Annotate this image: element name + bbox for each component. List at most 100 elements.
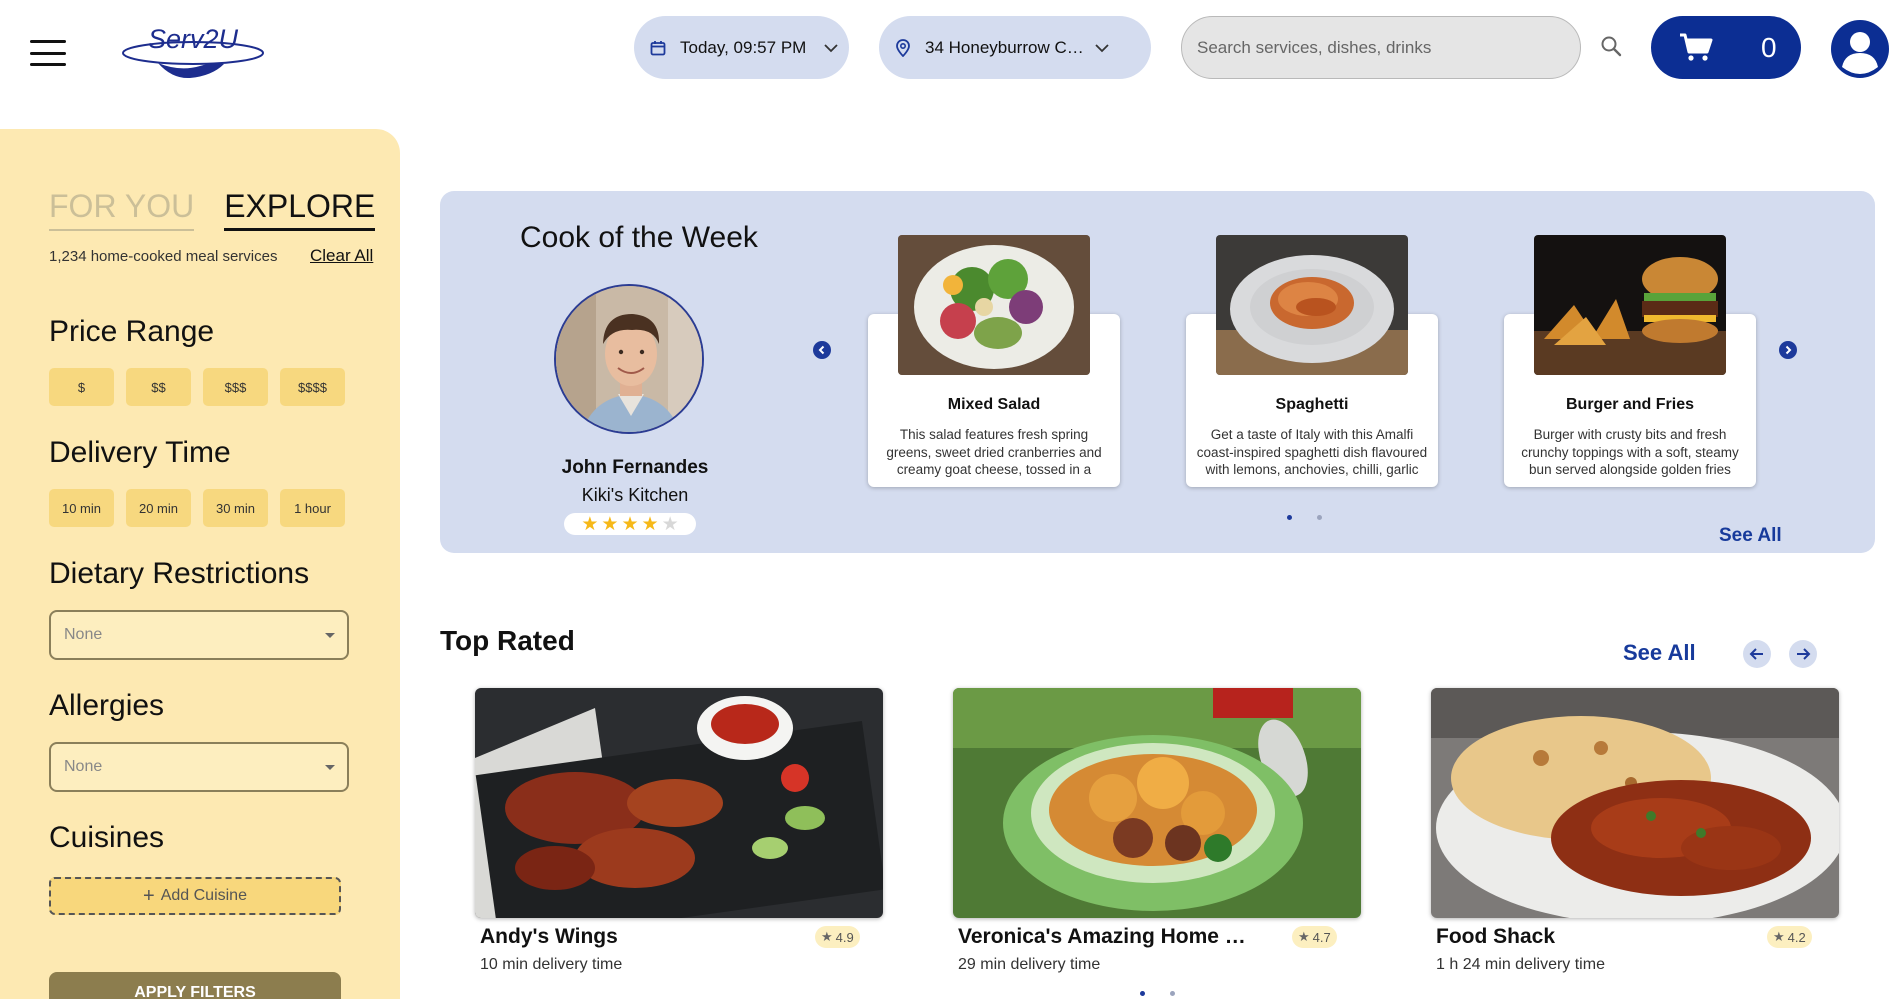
rating-badge: ★ 4.7 <box>1292 926 1337 948</box>
delivery-option[interactable]: 10 min <box>49 489 114 527</box>
calendar-icon <box>650 40 666 55</box>
add-cuisine-label: Add Cuisine <box>160 887 247 904</box>
star-icon: ★ <box>1773 929 1785 944</box>
carousel-dot[interactable] <box>1317 515 1322 520</box>
dropdown-caret-icon <box>325 765 335 770</box>
cook-see-all-link[interactable]: See All <box>1719 525 1782 547</box>
dish-photo[interactable] <box>898 235 1090 375</box>
cuisines-title: Cuisines <box>49 821 165 854</box>
allergies-value: None <box>64 758 103 775</box>
delivery-time-options: 10 min 20 min 30 min 1 hour <box>49 489 345 527</box>
top-rated-see-all-link[interactable]: See All <box>1623 640 1696 666</box>
price-option[interactable]: $$$ <box>203 368 268 406</box>
rating-badge: ★ 4.9 <box>815 926 860 948</box>
cook-kitchen: Kiki's Kitchen <box>581 485 689 505</box>
cook-of-the-week-title: Cook of the Week <box>520 221 758 254</box>
star-icon: ★ <box>821 929 833 944</box>
delivery-time: 10 min delivery time <box>480 956 623 973</box>
top-rated-next-button[interactable] <box>1789 640 1817 668</box>
rating-value: 4.2 <box>1787 929 1806 945</box>
delivery-time: 1 h 24 min delivery time <box>1436 956 1605 973</box>
user-icon <box>1831 20 1889 78</box>
delivery-option[interactable]: 20 min <box>126 489 191 527</box>
cart-count: 0 <box>1761 31 1777 63</box>
clear-all-link[interactable]: Clear All <box>310 246 373 266</box>
star-icon: ★ <box>641 513 659 535</box>
allergies-select[interactable]: None <box>49 742 349 792</box>
location-pin-icon <box>896 38 910 57</box>
restaurant-card-image[interactable] <box>1431 688 1839 918</box>
restaurant-name[interactable]: Veronica's Amazing Home Cooking <box>958 925 1258 949</box>
dietary-restrictions-value: None <box>64 626 103 643</box>
dish-photo[interactable] <box>1216 235 1408 375</box>
dish-name: Burger and Fries <box>1565 396 1695 413</box>
restaurant-name[interactable]: Food Shack <box>1436 925 1736 949</box>
star-icon: ★ <box>661 513 679 535</box>
rating-value: 4.9 <box>835 929 854 945</box>
price-option[interactable]: $ <box>49 368 114 406</box>
apply-filters-button[interactable]: APPLY FILTERS <box>49 972 341 999</box>
delivery-time-selector[interactable]: Today, 09:57 PM <box>634 16 849 79</box>
top-rated-title: Top Rated <box>440 625 575 656</box>
price-option[interactable]: $$$$ <box>280 368 345 406</box>
cook-of-the-week-panel: Cook of the Week John Fernandes Kiki's K… <box>440 191 1875 553</box>
plus-icon: + <box>143 884 155 907</box>
arrow-right-icon <box>1797 648 1811 660</box>
profile-button[interactable] <box>1831 20 1889 78</box>
service-count: 1,234 home-cooked meal services <box>49 248 278 265</box>
location-selector[interactable]: 34 Honeyburrow Crescent <box>879 16 1151 79</box>
chevron-right-icon <box>1785 345 1792 355</box>
tab-explore[interactable]: EXPLORE <box>224 188 376 231</box>
dish-name: Mixed Salad <box>947 396 1041 413</box>
carousel-next-button[interactable] <box>1779 341 1797 359</box>
chevron-down-icon <box>1095 43 1109 52</box>
delivery-time: 29 min delivery time <box>958 956 1101 973</box>
add-cuisine-button[interactable]: + Add Cuisine <box>49 877 341 915</box>
carousel-dot-active[interactable] <box>1287 515 1292 520</box>
rating-badge: ★ 4.2 <box>1767 926 1812 948</box>
cook-name[interactable]: John Fernandes <box>450 457 820 479</box>
price-range-title: Price Range <box>49 315 215 348</box>
restaurant-card-image[interactable] <box>475 688 883 918</box>
sidebar-tabs: FOR YOU EXPLORE <box>49 188 376 231</box>
star-icon: ★ <box>581 513 599 535</box>
dish-name: Spaghetti <box>1275 396 1349 413</box>
filter-sidebar: FOR YOU EXPLORE 1,234 home-cooked meal s… <box>0 129 400 999</box>
dish-description: This salad features fresh spring greens,… <box>886 427 1102 477</box>
cart-icon <box>1680 33 1713 61</box>
arrow-left-icon <box>1749 648 1763 660</box>
rating-value: 4.7 <box>1312 929 1331 945</box>
date-time-label: Today, 09:57 PM <box>680 37 807 57</box>
delivery-time-title: Delivery Time <box>49 436 231 469</box>
cook-rating: ★ ★ ★ ★ ★ <box>564 513 696 535</box>
delivery-option[interactable]: 30 min <box>203 489 268 527</box>
top-rated-dot-active[interactable] <box>1140 991 1145 996</box>
restaurant-name[interactable]: Andy's Wings <box>480 925 800 949</box>
tab-for-you[interactable]: FOR YOU <box>49 188 195 231</box>
dish-photo[interactable] <box>1534 235 1726 375</box>
delivery-option[interactable]: 1 hour <box>280 489 345 527</box>
star-icon: ★ <box>1298 929 1310 944</box>
price-option[interactable]: $$ <box>126 368 191 406</box>
serv2u-logo[interactable]: Serv2U <box>120 20 266 86</box>
price-range-options: $ $$ $$$ $$$$ <box>49 368 345 406</box>
carousel-prev-button[interactable] <box>813 341 831 359</box>
dietary-restrictions-title: Dietary Restrictions <box>49 557 310 590</box>
cook-photo[interactable] <box>554 284 704 434</box>
star-icon: ★ <box>621 513 639 535</box>
menu-icon[interactable] <box>30 40 66 66</box>
dietary-restrictions-select[interactable]: None <box>49 610 349 660</box>
star-icon: ★ <box>601 513 619 535</box>
dish-description: Get a taste of Italy with this Amalfi co… <box>1196 427 1428 477</box>
top-rated-dot[interactable] <box>1170 991 1175 996</box>
location-label: 34 Honeyburrow Crescent <box>925 37 1085 57</box>
chevron-left-icon <box>818 345 825 355</box>
chevron-down-icon <box>824 43 838 52</box>
restaurant-card-image[interactable] <box>953 688 1361 918</box>
cart-button[interactable]: 0 <box>1651 16 1801 79</box>
dropdown-caret-icon <box>325 633 335 638</box>
top-rated-prev-button[interactable] <box>1743 640 1771 668</box>
search-icon[interactable] <box>1599 34 1623 63</box>
svg-text:Serv2U: Serv2U <box>148 24 239 54</box>
search-input[interactable] <box>1181 16 1581 79</box>
